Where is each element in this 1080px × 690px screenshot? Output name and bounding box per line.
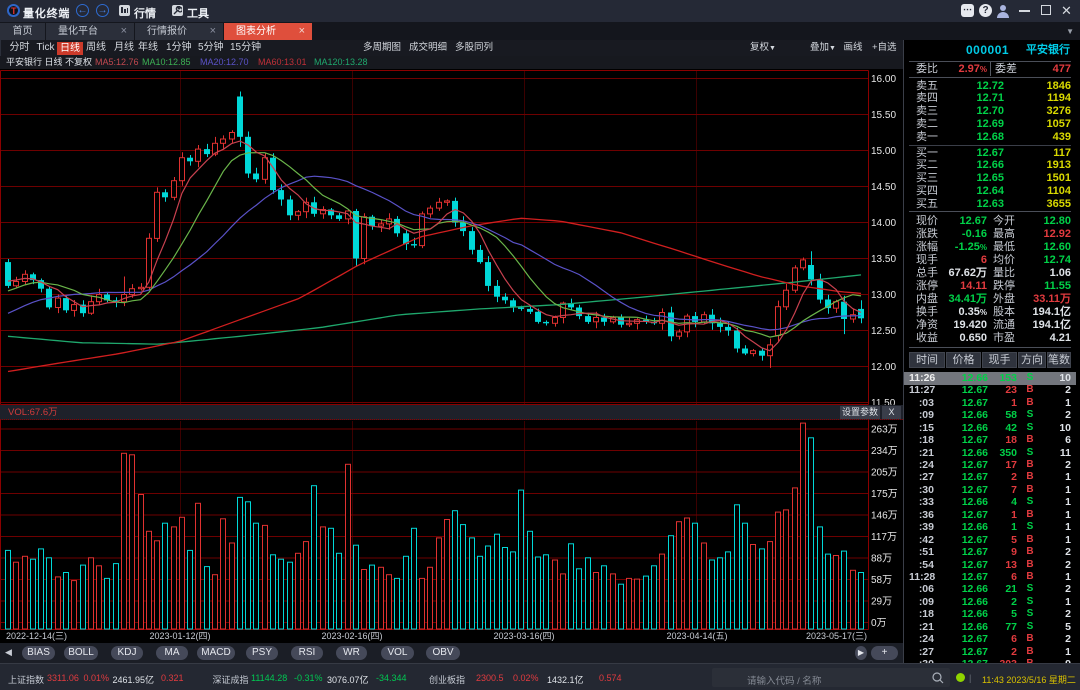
svg-text:29万: 29万 [871,597,892,608]
svg-text:146万: 146万 [871,511,898,522]
svg-text:263万: 263万 [871,425,898,436]
svg-text:14.50: 14.50 [871,182,896,193]
svg-text:0万: 0万 [871,618,887,629]
svg-text:15.00: 15.00 [871,146,896,157]
svg-text:13.50: 13.50 [871,254,896,265]
svg-text:234万: 234万 [871,446,898,457]
svg-text:58万: 58万 [871,575,892,586]
svg-text:15.50: 15.50 [871,110,896,121]
svg-text:14.00: 14.00 [871,218,896,229]
svg-text:16.00: 16.00 [871,74,896,85]
svg-text:13.00: 13.00 [871,290,896,301]
svg-text:12.00: 12.00 [871,362,896,373]
svg-text:88万: 88万 [871,554,892,565]
svg-text:205万: 205万 [871,468,898,479]
svg-text:12.50: 12.50 [871,326,896,337]
svg-text:175万: 175万 [871,489,898,500]
svg-text:117万: 117万 [871,532,897,543]
